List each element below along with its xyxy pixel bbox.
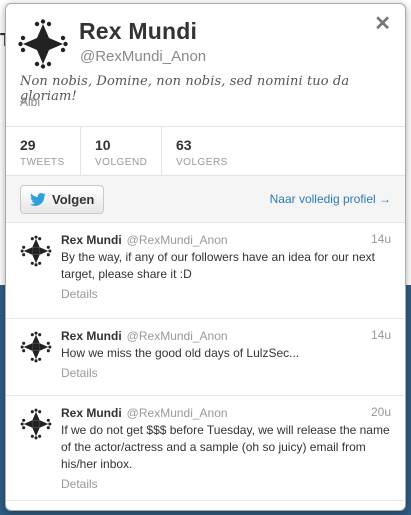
follow-button-label: Volgen [52,192,95,207]
stat-following[interactable]: 10 VOLGEND [81,127,162,175]
tweet-list: Rex Mundi @RexMundi_Anon 14u By the way,… [6,223,405,501]
tweet-details-link[interactable]: Details [61,365,391,381]
tweet-author-handle[interactable]: @RexMundi_Anon [127,328,228,344]
profile-name[interactable]: Rex Mundi [79,18,197,45]
profile-handle: @RexMundi_Anon [80,48,207,65]
twitter-bird-icon [30,193,46,206]
tweet-details-link[interactable]: Details [61,476,391,492]
tweet-text: How we miss the good old days of LulzSec… [61,346,300,360]
tweet-text: If we do not get $$$ before Tuesday, we … [61,423,390,471]
occitan-cross-icon[interactable] [17,18,69,70]
stat-tweets[interactable]: 29 TWEETS [6,127,81,175]
occitan-cross-icon[interactable] [20,235,52,267]
stat-value: 29 [20,137,36,153]
tweet-item[interactable]: Rex Mundi @RexMundi_Anon 14u How we miss… [6,319,405,396]
tweet-author-handle[interactable]: @RexMundi_Anon [127,232,228,248]
tweet-author-name[interactable]: Rex Mundi [61,232,122,248]
follow-button[interactable]: Volgen [20,185,104,214]
stat-label: VOLGERS [176,157,228,168]
tweet-header: Rex Mundi @RexMundi_Anon [61,405,391,421]
tweet-author-handle[interactable]: @RexMundi_Anon [127,405,228,421]
profile-header: Rex Mundi @RexMundi_Anon Non nobis, Domi… [6,4,405,126]
tweet-timestamp[interactable]: 20u [371,405,391,419]
profile-bio: Non nobis, Domine, non nobis, sed nomini… [20,74,350,104]
tweet-text: By the way, if any of our followers have… [61,250,375,281]
action-bar: Volgen Naar volledig profiel → [6,176,405,223]
tweet-header: Rex Mundi @RexMundi_Anon [61,232,391,248]
tweet-header: Rex Mundi @RexMundi_Anon [61,328,391,344]
stat-value: 63 [176,137,192,153]
tweet-author-name[interactable]: Rex Mundi [61,405,122,421]
stat-value: 10 [95,137,111,153]
occitan-cross-icon[interactable] [20,408,52,440]
profile-stats: 29 TWEETS 10 VOLGEND 63 VOLGERS [6,126,405,176]
profile-location: Albi [20,95,41,109]
profile-popup: ✕ Rex Mundi @RexMundi_Anon Non nobis, Do… [5,3,406,511]
tweet-item[interactable]: Rex Mundi @RexMundi_Anon 20u If we do no… [6,396,405,501]
tweet-timestamp[interactable]: 14u [371,232,391,246]
stat-label: VOLGEND [95,157,148,168]
full-profile-link[interactable]: Naar volledig profiel → [270,192,391,206]
tweet-item[interactable]: Rex Mundi @RexMundi_Anon 14u By the way,… [6,223,405,319]
tweet-author-name[interactable]: Rex Mundi [61,328,122,344]
tweet-timestamp[interactable]: 14u [371,328,391,342]
occitan-cross-icon[interactable] [20,331,52,363]
stat-label: TWEETS [20,157,65,168]
tweet-details-link[interactable]: Details [61,286,391,302]
stat-followers[interactable]: 63 VOLGERS [162,127,252,175]
